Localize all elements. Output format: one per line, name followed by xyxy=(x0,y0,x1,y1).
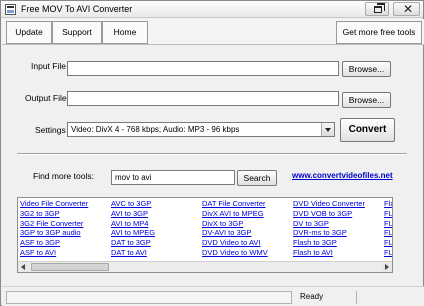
restore-button[interactable] xyxy=(365,2,389,16)
tool-link[interactable]: AVI to 3GP xyxy=(111,209,155,219)
convert-button[interactable]: Convert xyxy=(340,118,395,142)
tool-link[interactable]: Video File Converter xyxy=(20,199,88,209)
restore-icon xyxy=(374,3,385,13)
status-text: Ready xyxy=(300,292,324,301)
tool-link[interactable]: FLV xyxy=(384,209,392,219)
input-file-field[interactable] xyxy=(67,61,339,76)
support-button[interactable]: Support xyxy=(52,21,102,44)
tool-link[interactable]: DAT to AVI xyxy=(111,248,155,258)
tool-link[interactable]: FLV xyxy=(384,238,392,248)
tool-link[interactable]: DAT to 3GP xyxy=(111,238,155,248)
tool-link[interactable]: Flash to AVI xyxy=(293,248,365,258)
tool-link[interactable]: DAT File Converter xyxy=(202,199,268,209)
tool-link[interactable]: ASF to 3GP xyxy=(20,238,88,248)
tool-link[interactable]: AVI to MPEG xyxy=(111,228,155,238)
menu-bar: Update Support Home Get more free tools xyxy=(2,19,424,45)
tool-link[interactable]: DivX to 3GP xyxy=(202,219,268,229)
home-button[interactable]: Home xyxy=(102,21,148,44)
search-button[interactable]: Search xyxy=(237,170,277,186)
tool-link[interactable]: FLV xyxy=(384,228,392,238)
browse-output-button[interactable]: Browse... xyxy=(342,92,391,108)
tool-link[interactable]: 3G2 to 3GP xyxy=(20,209,88,219)
output-file-field[interactable] xyxy=(67,91,339,106)
tool-link[interactable]: DVD Video to AVI xyxy=(202,238,268,248)
tool-link[interactable]: DVD Video to WMV xyxy=(202,248,268,258)
output-file-label: Output File xyxy=(25,93,67,103)
tools-links-panel: Video File Converter 3G2 to 3GP 3G2 File… xyxy=(17,197,393,273)
tool-link[interactable]: AVC to 3GP xyxy=(111,199,155,209)
tool-link[interactable]: DivX AVI to MPEG xyxy=(202,209,268,219)
input-file-label: Input File xyxy=(31,61,66,71)
links-column: DVD Video Converter DVD VOB to 3GP DV to… xyxy=(293,199,365,258)
chevron-down-icon[interactable] xyxy=(321,123,334,136)
divider xyxy=(17,153,407,155)
links-column: AVC to 3GP AVI to 3GP AVI to MP4 AVI to … xyxy=(111,199,155,258)
browse-input-button[interactable]: Browse... xyxy=(342,61,391,77)
status-panel xyxy=(356,291,418,304)
settings-label: Settings xyxy=(35,125,66,135)
app-icon xyxy=(5,4,16,15)
find-tools-label: Find more tools: xyxy=(33,171,94,181)
get-more-tools-button[interactable]: Get more free tools xyxy=(336,21,422,44)
links-column: DAT File Converter DivX AVI to MPEG DivX… xyxy=(202,199,268,258)
tool-link[interactable]: DVD Video Converter xyxy=(293,199,365,209)
tool-link[interactable]: Flash to 3GP xyxy=(293,238,365,248)
website-link[interactable]: www.convertvideofiles.net xyxy=(292,171,393,180)
tool-link[interactable]: ASF to AVI xyxy=(20,248,88,258)
horizontal-scrollbar[interactable] xyxy=(18,261,392,272)
title-bar[interactable]: Free MOV To AVI Converter ✕ xyxy=(1,1,423,18)
find-tools-input[interactable]: mov to avi xyxy=(111,170,235,185)
tool-link[interactable]: DV-AVI to 3GP xyxy=(202,228,268,238)
scroll-left-icon[interactable] xyxy=(18,262,29,272)
window-title: Free MOV To AVI Converter xyxy=(21,4,133,14)
links-column: Flash FLV FLV FLV FLV FLV xyxy=(384,199,392,258)
tool-link[interactable]: DV to 3GP xyxy=(293,219,365,229)
tool-link[interactable]: AVI to MP4 xyxy=(111,219,155,229)
scroll-thumb[interactable] xyxy=(31,263,109,271)
tool-link[interactable]: DVD VOB to 3GP xyxy=(293,209,365,219)
progress-bar xyxy=(6,291,292,304)
tool-link[interactable]: DVR-ms to 3GP xyxy=(293,228,365,238)
close-icon: ✕ xyxy=(403,2,414,16)
update-button[interactable]: Update xyxy=(6,21,52,44)
links-column: Video File Converter 3G2 to 3GP 3G2 File… xyxy=(20,199,88,258)
tool-link[interactable]: 3GP to 3GP audio xyxy=(20,228,88,238)
tool-link[interactable]: 3G2 File Converter xyxy=(20,219,88,229)
tool-link[interactable]: Flash xyxy=(384,199,392,209)
status-bar: Ready xyxy=(2,286,424,306)
settings-value: Video: DivX 4 - 768 kbps; Audio: MP3 - 9… xyxy=(71,125,240,134)
main-window: Free MOV To AVI Converter ✕ Update Suppo… xyxy=(0,0,424,306)
tool-link[interactable]: FLV xyxy=(384,219,392,229)
settings-dropdown[interactable]: Video: DivX 4 - 768 kbps; Audio: MP3 - 9… xyxy=(67,122,335,137)
scroll-right-icon[interactable] xyxy=(381,262,392,272)
tool-link[interactable]: FLV xyxy=(384,248,392,258)
close-button[interactable]: ✕ xyxy=(393,2,420,16)
